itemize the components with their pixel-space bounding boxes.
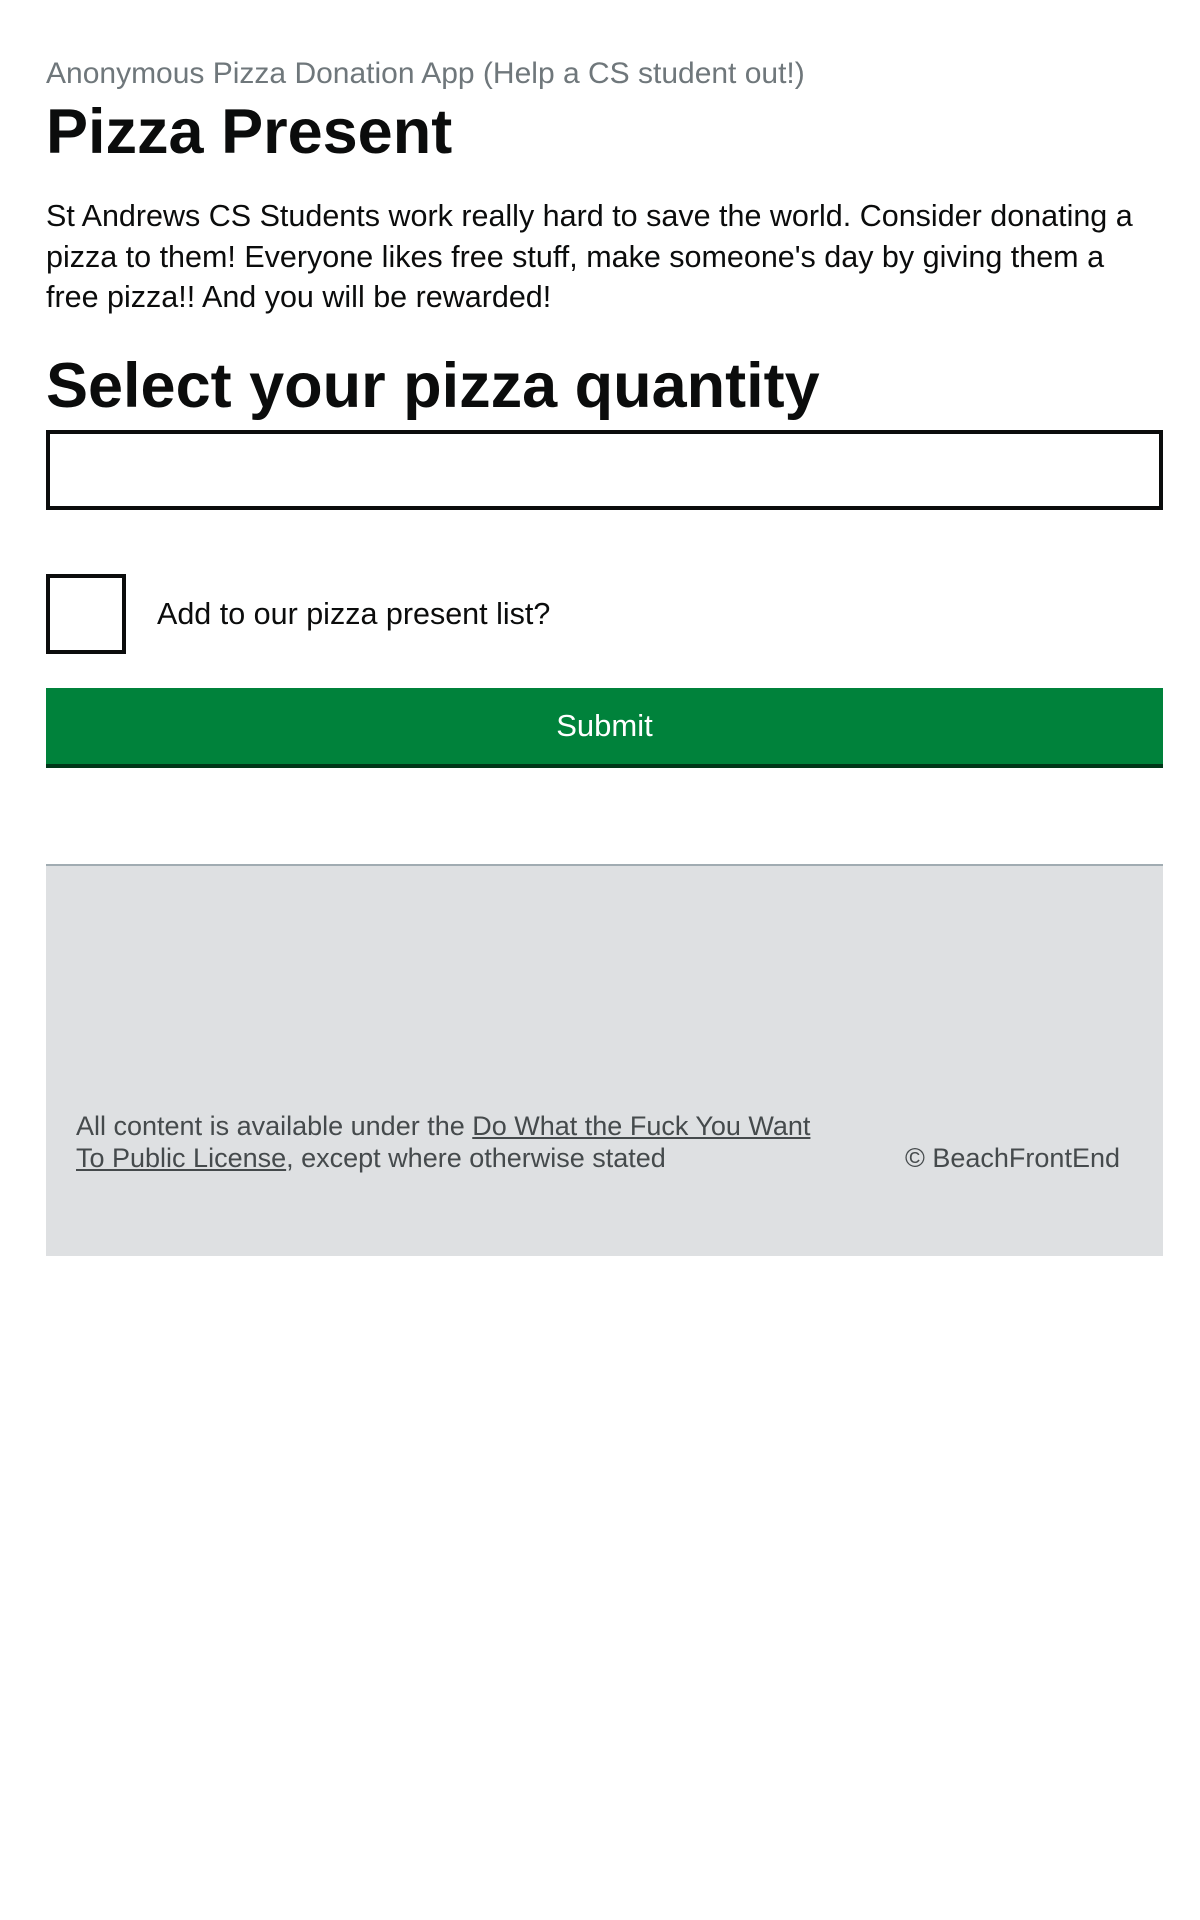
pizza-quantity-input[interactable] (46, 430, 1163, 510)
submit-button[interactable]: Submit (46, 688, 1163, 768)
pizza-list-checkbox-row[interactable]: Add to our pizza present list? (46, 574, 550, 654)
quantity-heading: Select your pizza quantity (46, 351, 820, 421)
pizza-list-checkbox-label[interactable]: Add to our pizza present list? (157, 594, 550, 634)
footer-licence-prefix: All content is available under the (76, 1111, 473, 1141)
page-description: St Andrews CS Students work really hard … (46, 199, 1133, 314)
footer-licence-suffix: , except where otherwise stated (286, 1143, 666, 1173)
page-footer: All content is available under the Do Wh… (46, 864, 1163, 1256)
footer-copyright: © BeachFrontEnd (904, 1143, 1120, 1173)
footer-licence-text: All content is available under the Do Wh… (76, 1110, 836, 1174)
page-title: Pizza Present (46, 97, 453, 167)
page-caption: Anonymous Pizza Donation App (Help a CS … (46, 57, 805, 90)
pizza-list-checkbox[interactable] (46, 574, 126, 654)
